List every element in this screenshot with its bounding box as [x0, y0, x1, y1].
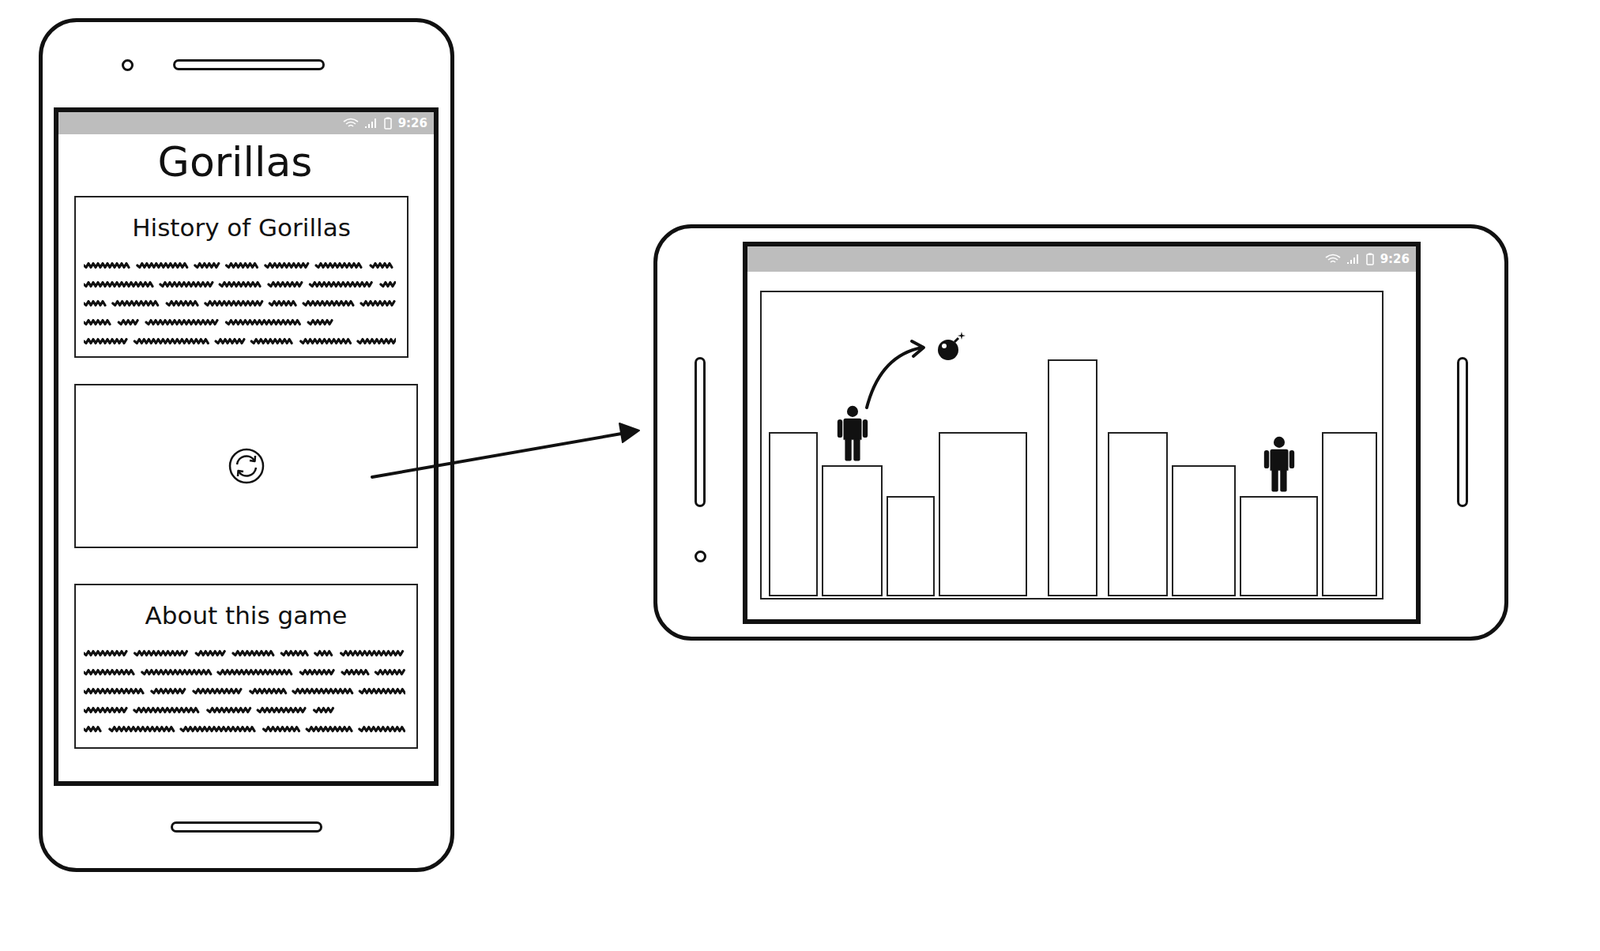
camera-icon: [121, 59, 134, 72]
game-canvas[interactable]: [760, 290, 1384, 600]
portrait-phone: 9:26 Gorillas History of Gorillas: [38, 18, 455, 873]
throw-arc: [761, 292, 1382, 599]
gorilla-slot: [834, 405, 871, 463]
camera-icon: [694, 550, 707, 563]
bomb-icon: [937, 331, 966, 361]
landscape-phone: 9:26: [653, 224, 1509, 641]
placeholder-text: [75, 643, 417, 744]
building: [1239, 496, 1318, 597]
gorilla-slot: [964, 372, 1002, 430]
gorilla-slot: [1054, 299, 1092, 357]
wifi-icon: [342, 117, 359, 129]
status-bar: 9:26: [58, 112, 434, 135]
battery-icon: [1366, 252, 1375, 266]
building: [886, 496, 935, 597]
history-title: History of Gorillas: [75, 197, 407, 244]
signal-icon: [1347, 253, 1360, 265]
status-time: 9:26: [1380, 253, 1410, 266]
wifi-icon: [1325, 253, 1341, 265]
home-bar-icon: [170, 821, 323, 833]
navigation-arrow: [0, 0, 1600, 951]
building: [1107, 432, 1168, 597]
history-card: History of Gorillas: [74, 195, 409, 358]
status-time: 9:26: [398, 117, 428, 130]
gorilla-slot: [1185, 405, 1223, 463]
building: [938, 432, 1028, 597]
phone-screen: 9:26 Gorillas History of Gorillas: [53, 107, 439, 787]
gorilla-slot: [892, 436, 930, 494]
about-title: About this game: [75, 585, 417, 632]
speaker-icon: [1456, 357, 1469, 508]
gorilla-slot: [1331, 372, 1368, 430]
gorilla-icon[interactable]: [1261, 436, 1298, 494]
building: [821, 465, 883, 597]
gorilla-slot: [775, 372, 812, 430]
speaker-icon: [694, 357, 706, 508]
gorilla-icon[interactable]: [834, 405, 871, 463]
battery-icon: [384, 116, 392, 130]
building: [1321, 432, 1378, 597]
app-title: Gorillas: [74, 137, 418, 187]
phone-screen: 9:26: [742, 241, 1421, 625]
game-frame[interactable]: [74, 384, 418, 549]
building: [1047, 359, 1098, 597]
speaker-icon: [173, 59, 325, 71]
building: [1171, 465, 1236, 597]
gorilla-slot: [1119, 372, 1156, 430]
refresh-icon[interactable]: [227, 447, 266, 486]
building: [768, 432, 818, 597]
gorilla-slot: [1261, 436, 1298, 494]
placeholder-text: [75, 256, 407, 356]
status-bar: 9:26: [747, 246, 1416, 272]
about-card: About this game: [74, 583, 418, 750]
signal-icon: [365, 117, 378, 129]
